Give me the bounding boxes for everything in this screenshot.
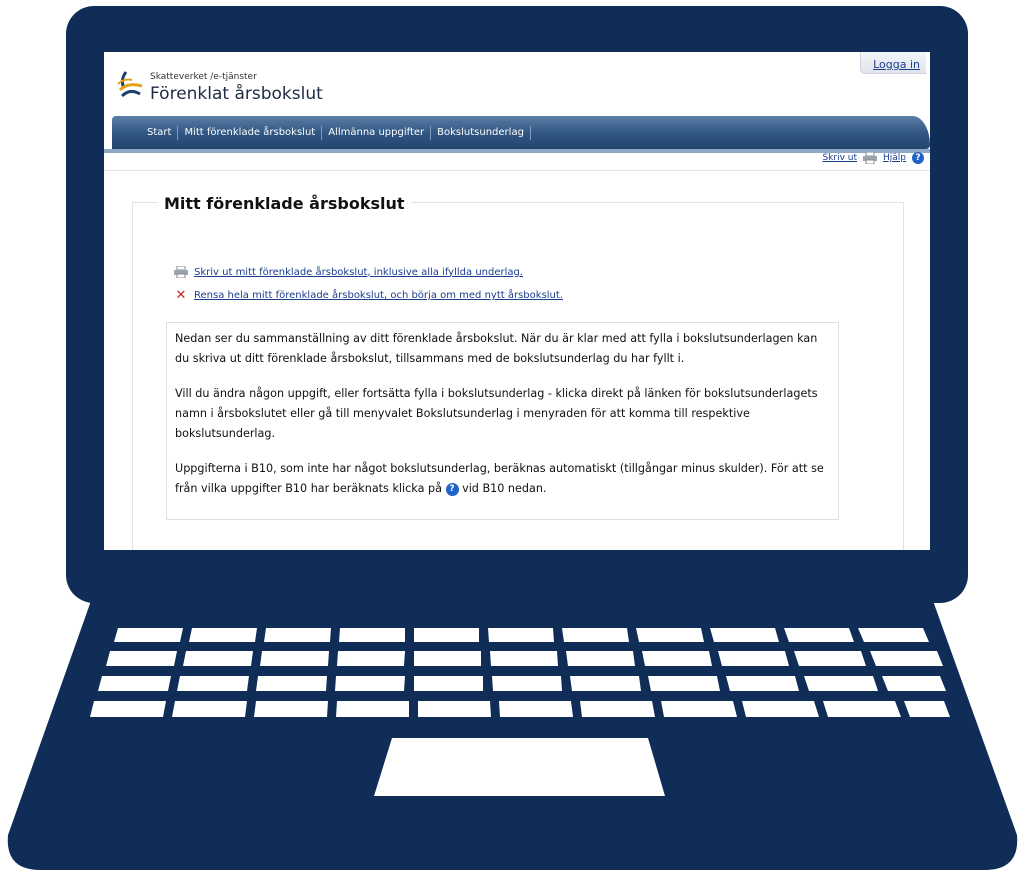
page-title: Mitt förenklade årsbokslut — [158, 194, 411, 213]
trackpad — [374, 738, 665, 796]
help-icon[interactable]: ? — [912, 152, 924, 164]
org-label: Skatteverket /e-tjänster — [150, 72, 257, 82]
header-divider — [104, 170, 930, 171]
app-title: Förenklat årsbokslut — [150, 84, 323, 104]
login-link[interactable]: Logga in — [873, 58, 920, 71]
nav-item-bokslutsunderlag[interactable]: Bokslutsunderlag — [431, 125, 531, 140]
help-link[interactable]: Hjälp — [883, 153, 906, 163]
toolbar: Skriv ut Hjälp ? — [822, 152, 924, 164]
nav-underline — [104, 149, 930, 153]
print-action: Skriv ut mitt förenklade årsbokslut, ink… — [174, 266, 523, 278]
printer-icon[interactable] — [863, 152, 877, 164]
delete-icon: ✕ — [175, 288, 187, 303]
info-paragraph-1: Nedan ser du sammanställning av ditt för… — [175, 332, 818, 365]
clear-all-link[interactable]: Rensa hela mitt förenklade årsbokslut, o… — [194, 290, 563, 301]
clear-action: ✕ Rensa hela mitt förenklade årsbokslut,… — [174, 288, 563, 303]
nav-item-allmanna-uppgifter[interactable]: Allmänna uppgifter — [322, 125, 432, 140]
info-paragraph-3: Uppgifterna i B10, som inte har något bo… — [175, 462, 824, 496]
main-nav: Start Mitt förenklade årsbokslut Allmänn… — [112, 116, 930, 149]
nav-item-mitt-arsbokslut[interactable]: Mitt förenklade årsbokslut — [178, 125, 323, 140]
printer-icon — [174, 266, 188, 278]
login-tab: Logga in — [860, 52, 926, 74]
browser-screen: Logga in Skatteverket /e-tjänster Förenk… — [104, 52, 930, 550]
skatteverket-logo-icon — [117, 71, 143, 98]
print-all-link[interactable]: Skriv ut mitt förenklade årsbokslut, ink… — [194, 267, 523, 278]
print-link[interactable]: Skriv ut — [822, 153, 857, 163]
info-paragraph-2: Vill du ändra någon uppgift, eller forts… — [175, 387, 818, 440]
nav-item-start[interactable]: Start — [147, 125, 179, 140]
help-icon[interactable]: ? — [445, 482, 459, 496]
info-box: Nedan ser du sammanställning av ditt för… — [166, 322, 839, 520]
